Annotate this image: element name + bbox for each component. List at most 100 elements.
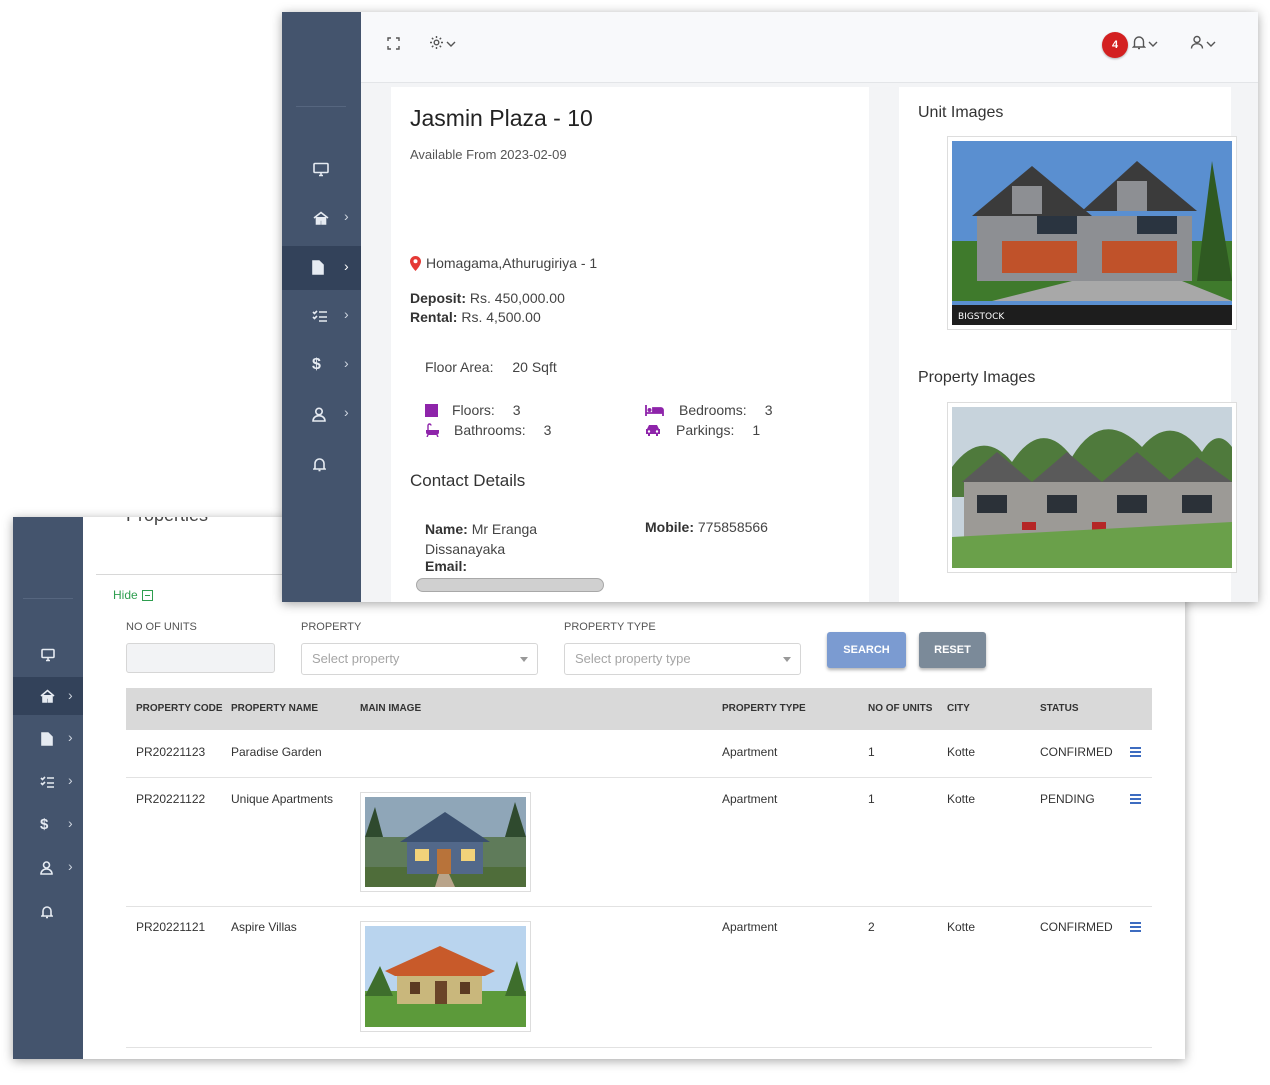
chevron-right-icon: › [344, 404, 349, 420]
unit-image[interactable]: BIGSTOCK [947, 136, 1237, 330]
property-type: Apartment [722, 745, 778, 759]
status: CONFIRMED [1040, 920, 1113, 934]
table-header: PROPERTY CODE PROPERTY NAME MAIN IMAGE P… [126, 688, 1152, 730]
property-select[interactable]: Select property [301, 643, 538, 675]
main-image-thumbnail[interactable] [360, 921, 531, 1032]
property-label: PROPERTY [301, 621, 362, 633]
sidebar-item-payments[interactable]: $ › [13, 811, 83, 839]
monitor-icon [313, 162, 329, 177]
city: Kotte [947, 745, 976, 759]
sidebar-item-payments[interactable]: $ › [282, 351, 361, 379]
bedrooms-value: 3 [764, 402, 773, 418]
floors-value: 3 [512, 402, 521, 418]
townhouses-image [952, 407, 1232, 568]
red-roof-house-image [365, 926, 526, 1027]
car-icon [646, 425, 660, 436]
sidebar-item-notifications[interactable] [13, 898, 83, 926]
floor-area-label: Floor Area: [425, 359, 494, 375]
search-button[interactable]: SEARCH [827, 632, 906, 668]
sidebar-item-dashboard[interactable] [282, 156, 361, 184]
sidebar-item-documents[interactable]: › [13, 725, 83, 753]
bathrooms-line: Bathrooms: 3 [425, 422, 551, 438]
bed-icon [645, 404, 664, 416]
blue-house-image [365, 797, 526, 887]
settings-dropdown[interactable] [429, 35, 456, 50]
no-of-units: 1 [868, 792, 875, 806]
user-dropdown[interactable] [1190, 35, 1216, 50]
column-header[interactable]: PROPERTY NAME [231, 703, 318, 714]
gear-icon [430, 36, 443, 49]
chevron-down-icon [1206, 41, 1216, 47]
column-header[interactable]: PROPERTY CODE [136, 703, 223, 714]
sidebar-divider [296, 106, 346, 107]
user-icon [312, 407, 326, 422]
sidebar-item-properties[interactable]: › [13, 677, 83, 715]
contact-name-label: Name: [425, 521, 468, 537]
unit-details-window: › › › $ › › 4 Jasmin Plaza - 10 Availabl… [282, 12, 1258, 602]
checklist-icon [312, 310, 327, 322]
column-header[interactable]: STATUS [1040, 703, 1079, 714]
chevron-right-icon: › [68, 815, 73, 831]
chevron-right-icon: › [68, 687, 73, 703]
reset-button[interactable]: RESET [919, 632, 986, 668]
no-of-units-input[interactable] [126, 643, 275, 673]
property-code: PR20221123 [136, 745, 206, 759]
bedrooms-label: Bedrooms: [679, 402, 747, 418]
page-title: Properties [126, 517, 208, 526]
bell-icon [313, 458, 326, 472]
deposit-value: Rs. 450,000.00 [469, 290, 565, 306]
monitor-icon [41, 648, 55, 662]
hide-filters-toggle[interactable]: Hide [113, 588, 153, 602]
chevron-right-icon: › [344, 355, 349, 371]
floors-icon [425, 403, 438, 417]
sidebar-item-tasks[interactable]: › [282, 302, 361, 330]
property-image[interactable] [947, 402, 1237, 573]
location-text: Homagama,Athurugiriya - 1 [426, 255, 598, 271]
no-of-units: 2 [868, 920, 875, 934]
chevron-down-icon [1148, 41, 1158, 47]
city: Kotte [947, 792, 976, 806]
caret-down-icon [783, 657, 791, 662]
sidebar-item-dashboard[interactable] [13, 641, 83, 669]
property-images-heading: Property Images [918, 369, 1036, 386]
column-header[interactable]: CITY [947, 703, 970, 714]
sidebar-item-documents[interactable]: › [282, 246, 361, 290]
property-type-select[interactable]: Select property type [564, 643, 801, 675]
sidebar-item-users[interactable]: › [13, 854, 83, 882]
row-divider [126, 906, 1152, 907]
property-name: Paradise Garden [231, 745, 322, 759]
property-name: Aspire Villas [231, 920, 297, 934]
unit-images-heading: Unit Images [918, 104, 1004, 121]
row-menu-icon[interactable] [1130, 794, 1141, 806]
property-type-select-placeholder: Select property type [575, 651, 691, 666]
main-image-thumbnail[interactable] [360, 792, 531, 892]
property-type: Apartment [722, 920, 778, 934]
bell-icon [1132, 36, 1146, 50]
property-name: Unique Apartments [231, 792, 334, 806]
chevron-down-icon [446, 41, 456, 47]
sidebar-item-properties[interactable]: › [282, 204, 361, 232]
sidebar-item-tasks[interactable]: › [13, 768, 83, 796]
sidebar-item-notifications[interactable] [282, 450, 361, 478]
home-icon [40, 689, 55, 703]
bathtub-icon [426, 423, 439, 437]
fullscreen-icon[interactable] [387, 37, 400, 50]
row-divider [126, 777, 1152, 778]
parkings-label: Parkings: [676, 422, 735, 438]
sidebar-item-users[interactable]: › [282, 400, 361, 428]
document-icon [312, 260, 324, 275]
row-menu-icon[interactable] [1130, 747, 1141, 759]
sidebar: › › › $ › › [13, 517, 83, 1059]
floors-line: Floors: 3 [425, 402, 521, 418]
column-header[interactable]: NO OF UNITS [868, 703, 932, 714]
watermark: BIGSTOCK [958, 312, 1005, 322]
notifications-dropdown[interactable] [1132, 35, 1158, 50]
home-icon [313, 211, 329, 225]
available-from: Available From 2023-02-09 [410, 147, 567, 162]
horizontal-scrollbar[interactable] [416, 578, 604, 592]
row-menu-icon[interactable] [1130, 922, 1141, 934]
column-header[interactable]: PROPERTY TYPE [722, 703, 806, 714]
notification-badge[interactable]: 4 [1102, 32, 1128, 58]
column-header[interactable]: MAIN IMAGE [360, 703, 421, 714]
rental-label: Rental: [410, 309, 458, 325]
